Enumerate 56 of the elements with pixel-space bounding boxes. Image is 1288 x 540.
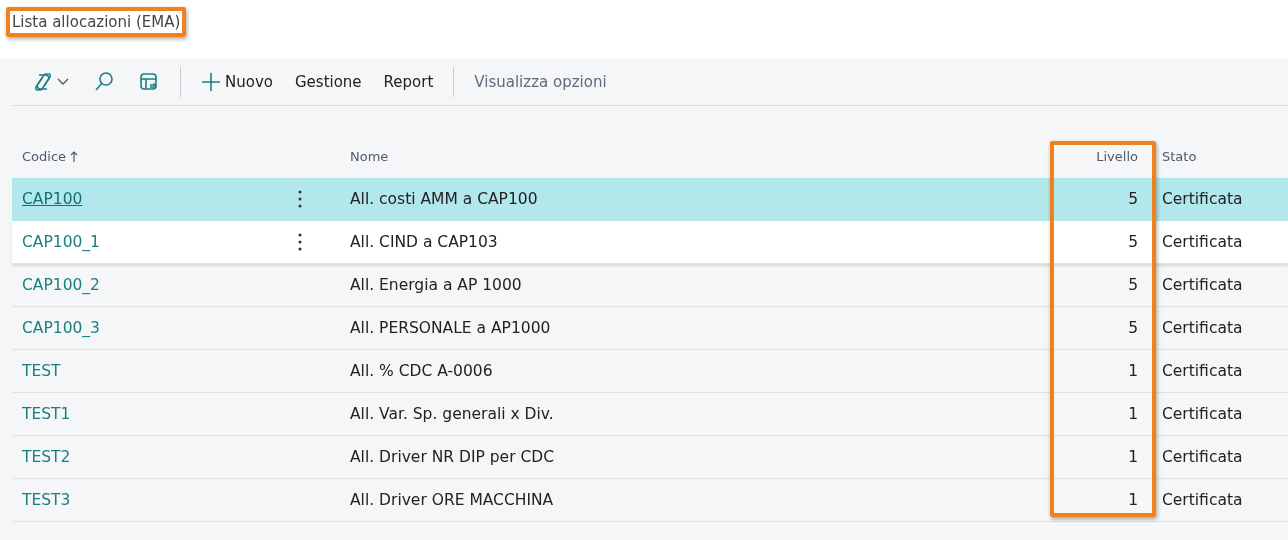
code-link[interactable]: TEST2 <box>22 448 71 466</box>
code-link[interactable]: TEST <box>22 362 61 380</box>
table-row[interactable]: CAP100_2 All. Energia a AP 1000 5 Certificata <box>12 264 1288 307</box>
table-row[interactable]: TEST All. % CDC A-0006 1 Certificata <box>12 350 1288 393</box>
code-link[interactable]: CAP100_1 <box>22 233 100 251</box>
table-cell-text: 1 <box>1127 405 1139 423</box>
table-cell-text: 1 <box>1127 448 1139 466</box>
table-cell-text: All. Energia a AP 1000 <box>349 276 523 294</box>
code-link[interactable]: TEST1 <box>22 405 71 423</box>
table-row[interactable]: TEST1 All. Var. Sp. generali x Div. 1 Certificata <box>12 393 1288 436</box>
code-link[interactable]: TEST3 <box>22 491 71 509</box>
more-options-icon <box>298 233 302 251</box>
table-cell-text: All. % CDC A-0006 <box>349 362 494 380</box>
toolbar-button[interactable]: Report <box>375 66 442 97</box>
table-cell-text: Certificata <box>1161 319 1244 337</box>
toolbar-button[interactable]: Nuovo <box>193 65 281 98</box>
table-cell-text: Certificata <box>1161 491 1244 509</box>
table-cell-text: 5 <box>1127 233 1139 251</box>
code-link[interactable]: CAP100 <box>22 190 83 208</box>
table-row[interactable]: CAP100_3 All. PERSONALE a AP1000 5 Certificata <box>12 307 1288 350</box>
table-cell-text: Certificata <box>1161 448 1244 466</box>
table-cell-text: 5 <box>1127 319 1139 337</box>
table-cell-text: All. Var. Sp. generali x Div. <box>349 405 555 423</box>
table-cell-text: Certificata <box>1161 362 1244 380</box>
toolbar-button[interactable]: Visualizza opzioni <box>466 66 615 97</box>
layout-icon <box>139 71 159 92</box>
chevron-down-icon <box>57 77 69 86</box>
column-header[interactable]: Nome <box>338 148 1058 164</box>
code-link[interactable]: CAP100_3 <box>22 319 100 337</box>
column-header[interactable]: Stato <box>1148 148 1288 164</box>
code-link[interactable]: CAP100_2 <box>22 276 100 294</box>
table-row[interactable]: CAP100_1 All. CIND a CAP103 5 Certificata <box>12 221 1288 264</box>
table-row[interactable]: TEST3 All. Driver ORE MACCHINA 1 Certificata <box>12 479 1288 522</box>
toolbar-button[interactable]: Gestione <box>286 66 370 97</box>
table-cell-text: All. CIND a CAP103 <box>349 233 499 251</box>
table-row[interactable]: CAP100 All. costi AMM a CAP100 5 Certificata <box>12 178 1288 221</box>
search-icon <box>93 70 115 93</box>
table-cell-text: 5 <box>1127 276 1139 294</box>
sort-up-arrow-icon <box>70 150 79 162</box>
table-row[interactable]: TEST2 All. Driver NR DIP per CDC 1 Certificata <box>12 436 1288 479</box>
table-cell-text: 1 <box>1127 362 1139 380</box>
more-options-icon <box>298 190 302 208</box>
table-cell-text: All. Driver ORE MACCHINA <box>349 491 555 509</box>
table-cell-text: Certificata <box>1161 190 1244 208</box>
column-header[interactable]: Codice <box>12 148 262 164</box>
plus-icon <box>201 71 221 92</box>
table-cell-text: Certificata <box>1161 276 1244 294</box>
table-cell-text: All. Driver NR DIP per CDC <box>349 448 556 466</box>
table-cell-text: Certificata <box>1161 233 1244 251</box>
table-cell-text: 5 <box>1127 190 1139 208</box>
table-cell-text: Certificata <box>1161 405 1244 423</box>
table-cell-text: All. PERSONALE a AP1000 <box>349 319 552 337</box>
table-cell-text: 1 <box>1127 491 1139 509</box>
page-title: Lista allocazioni (EMA) <box>12 13 181 31</box>
column-header[interactable]: Livello <box>1058 148 1148 164</box>
table-cell-text: All. costi AMM a CAP100 <box>349 190 539 208</box>
